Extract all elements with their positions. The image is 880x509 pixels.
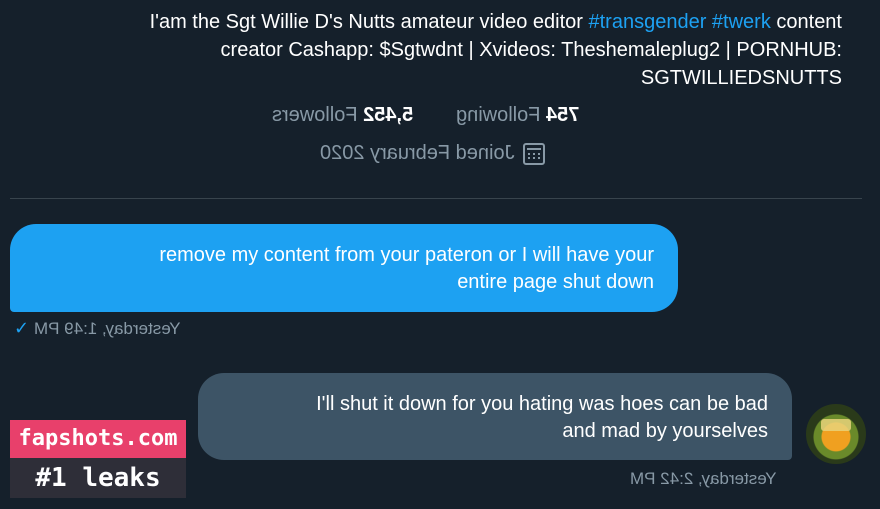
calendar-icon <box>522 142 545 165</box>
message-text-line: I'll shut it down for you hating was hoe… <box>316 393 768 415</box>
following-label: Following <box>456 104 541 126</box>
sender-avatar[interactable] <box>806 404 866 464</box>
message-bubble-received[interactable]: I'll shut it down for you hating was hoe… <box>198 373 792 460</box>
watermark-site: fapshots.com <box>10 420 186 458</box>
profile-stats: 5,452 Followers 754 Following <box>272 104 580 127</box>
followers-label: Followers <box>272 104 358 126</box>
section-divider <box>10 198 862 199</box>
following-stat[interactable]: 754 Following <box>456 104 579 127</box>
message-text-line: entire page shut down <box>457 271 654 293</box>
check-icon: ✓ <box>14 318 30 338</box>
joined-date: Joined February 2020 <box>320 142 545 165</box>
bio-line-3: SGTWILLIEDSNUTTS <box>640 67 842 89</box>
message-bubble-sent[interactable]: remove my content from your pateron or I… <box>10 224 678 312</box>
message-timestamp: Yesterday, 2:42 PM <box>630 469 777 488</box>
joined-text: Joined February 2020 <box>320 142 515 164</box>
message-text-line: and mad by yourselves <box>562 420 768 442</box>
followers-count: 5,452 <box>363 104 414 126</box>
followers-stat[interactable]: 5,452 Followers <box>272 104 413 127</box>
message-text-line: remove my content from your pateron or I… <box>159 244 654 266</box>
profile-bio: I'am the Sgt Willie D's Nutts amateur vi… <box>22 8 842 92</box>
bio-hashtags[interactable]: #transgender #twerk <box>589 11 771 33</box>
following-count: 754 <box>546 104 580 126</box>
bio-line-2: creator Cashapp: $Sgtwdnt | Xvideos: The… <box>220 39 842 61</box>
message-timestamp: ✓ Yesterday, 1:49 PM <box>14 318 181 338</box>
watermark-tagline: #1 leaks <box>10 458 186 498</box>
bio-line-1: I'am the Sgt Willie D's Nutts amateur vi… <box>149 11 842 33</box>
